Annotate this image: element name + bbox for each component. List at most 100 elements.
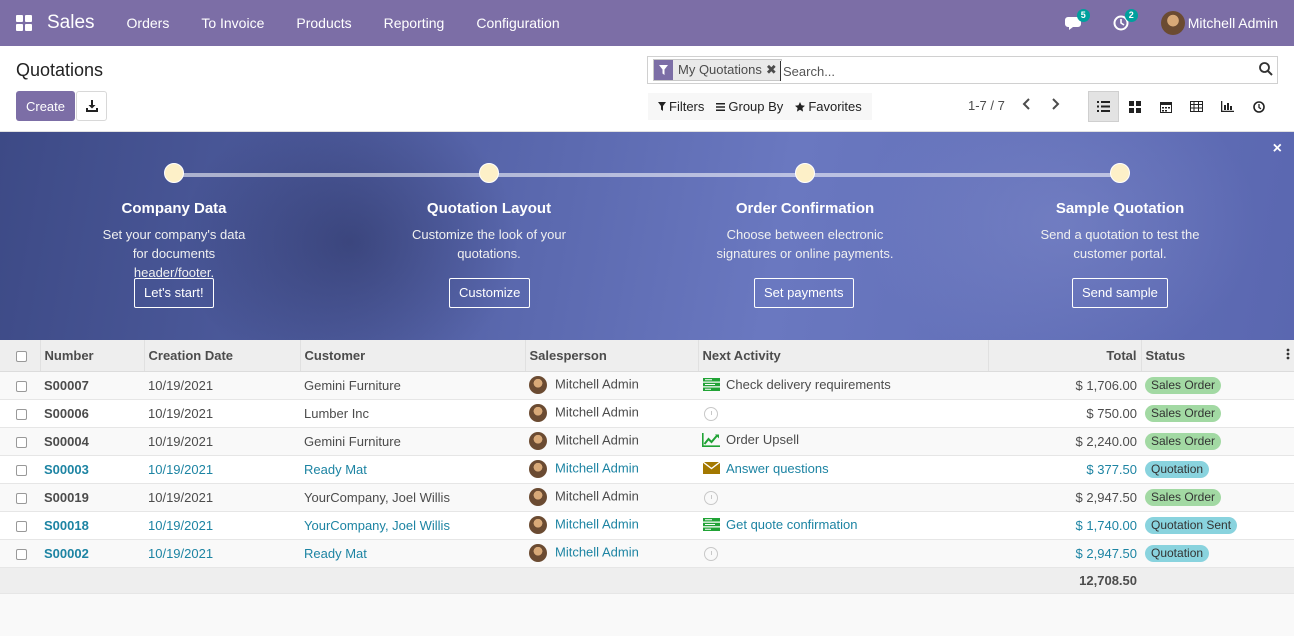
cell-activity[interactable]: Get quote confirmation [698, 511, 988, 540]
cell-activity[interactable] [698, 483, 988, 512]
cell-activity[interactable]: Check delivery requirements [698, 371, 988, 400]
pager-value[interactable]: 1-7 / 7 [968, 98, 1005, 113]
table-row[interactable]: S00003 10/19/2021 Ready Mat Mitchell Adm… [0, 455, 1294, 484]
activity-view-icon[interactable] [1243, 91, 1274, 122]
avatar [529, 376, 547, 394]
column-salesperson[interactable]: Salesperson [525, 340, 699, 372]
kanban-view-icon[interactable] [1119, 91, 1150, 122]
cell-salesperson: Mitchell Admin [525, 539, 698, 568]
pager-previous-icon[interactable] [1022, 98, 1032, 113]
export-button[interactable] [76, 91, 107, 121]
step-title: Company Data [121, 200, 227, 217]
set-payments-button[interactable]: Set payments [754, 278, 854, 308]
menu-reporting[interactable]: Reporting [368, 15, 461, 31]
user-menu[interactable]: Mitchell Admin [1160, 11, 1278, 35]
close-banner-icon[interactable]: × [1273, 140, 1282, 158]
create-button[interactable]: Create [16, 91, 75, 121]
select-all-checkbox[interactable] [16, 350, 27, 362]
table-row[interactable]: S00007 10/19/2021 Gemini Furniture Mitch… [0, 371, 1294, 400]
cell-salesperson: Mitchell Admin [525, 427, 698, 456]
envelope-icon[interactable] [702, 461, 720, 475]
salesperson-name: Mitchell Admin [555, 376, 639, 392]
cell-total: $ 2,947.50 [988, 483, 1141, 512]
table-row[interactable]: S00006 10/19/2021 Lumber Inc Mitchell Ad… [0, 399, 1294, 428]
activities-count-badge: 2 [1124, 9, 1138, 22]
clock-icon[interactable] [704, 546, 718, 561]
menu-orders[interactable]: Orders [111, 15, 186, 31]
clock-icon[interactable] [704, 406, 718, 421]
calendar-view-icon[interactable] [1150, 91, 1181, 122]
row-select-cell [0, 539, 40, 568]
column-status[interactable]: Status [1141, 340, 1294, 372]
cell-status: Quotation [1141, 539, 1294, 568]
cell-status: Sales Order [1141, 399, 1294, 428]
apps-menu-icon[interactable] [16, 15, 32, 31]
todo-list-icon[interactable] [702, 517, 720, 531]
customize-button[interactable]: Customize [449, 278, 531, 308]
messages-systray[interactable]: 5 [1064, 9, 1090, 33]
graph-view-icon[interactable] [1212, 91, 1243, 122]
quotations-list: Number Creation Date Customer Salesperso… [0, 340, 1294, 594]
onboarding-banner: × Company Data Set your company's data f… [0, 132, 1294, 340]
table-row[interactable]: S00004 10/19/2021 Gemini Furniture Mitch… [0, 427, 1294, 456]
cell-total: $ 377.50 [988, 455, 1141, 484]
row-checkbox[interactable] [16, 464, 27, 476]
facet-remove-icon[interactable]: ✖ [766, 60, 781, 80]
filters-label: Filters [669, 99, 705, 114]
cell-activity[interactable]: Answer questions [698, 455, 988, 484]
row-checkbox[interactable] [16, 436, 27, 448]
pivot-view-icon[interactable] [1181, 91, 1212, 122]
column-customer[interactable]: Customer [300, 340, 526, 372]
favorites-dropdown[interactable]: Favorites [789, 99, 867, 114]
column-next-activity[interactable]: Next Activity [698, 340, 989, 372]
cell-status: Sales Order [1141, 371, 1294, 400]
cell-total: $ 2,240.00 [988, 427, 1141, 456]
table-header-row: Number Creation Date Customer Salesperso… [0, 340, 1294, 372]
column-creation-date[interactable]: Creation Date [144, 340, 301, 372]
groupby-dropdown[interactable]: Group By [710, 99, 789, 114]
bars-icon [716, 102, 726, 111]
pager-next-icon[interactable] [1050, 98, 1060, 113]
avatar [529, 488, 547, 506]
table-row[interactable]: S00018 10/19/2021 YourCompany, Joel Will… [0, 511, 1294, 540]
avatar [529, 544, 547, 562]
optional-columns-icon[interactable] [1286, 348, 1290, 363]
filters-dropdown[interactable]: Filters [652, 99, 710, 114]
column-number[interactable]: Number [40, 340, 145, 372]
cell-total: $ 1,706.00 [988, 371, 1141, 400]
row-checkbox[interactable] [16, 520, 27, 532]
row-checkbox[interactable] [16, 548, 27, 560]
step-description: Set your company's data for documents he… [102, 227, 246, 280]
menu-to-invoice[interactable]: To Invoice [185, 15, 280, 31]
activities-systray[interactable]: 2 [1113, 9, 1138, 33]
list-view-icon[interactable] [1088, 91, 1119, 122]
cell-date: 10/19/2021 [144, 539, 300, 568]
app-brand[interactable]: Sales [47, 12, 95, 34]
search-icon[interactable] [1259, 62, 1273, 79]
row-checkbox[interactable] [16, 380, 27, 392]
search-input[interactable] [780, 61, 1250, 81]
search-facet-my-quotations[interactable]: My Quotations ✖ [653, 59, 782, 81]
menu-products[interactable]: Products [280, 15, 367, 31]
trend-up-icon[interactable] [702, 432, 720, 447]
menu-configuration[interactable]: Configuration [460, 15, 575, 31]
footer-empty [525, 567, 698, 594]
lets-start-button[interactable]: Let's start! [134, 278, 214, 308]
avatar [529, 432, 547, 450]
table-row[interactable]: S00002 10/19/2021 Ready Mat Mitchell Adm… [0, 539, 1294, 568]
column-total[interactable]: Total [988, 340, 1142, 372]
footer-empty [40, 567, 144, 594]
cell-activity[interactable] [698, 399, 988, 428]
cell-activity[interactable]: Order Upsell [698, 427, 988, 456]
clock-icon[interactable] [704, 490, 718, 505]
cell-date: 10/19/2021 [144, 371, 300, 400]
table-row[interactable]: S00019 10/19/2021 YourCompany, Joel Will… [0, 483, 1294, 512]
row-select-cell [0, 511, 40, 540]
step-title: Quotation Layout [426, 200, 552, 217]
favorites-label: Favorites [808, 99, 862, 114]
row-checkbox[interactable] [16, 408, 27, 420]
row-checkbox[interactable] [16, 492, 27, 504]
todo-list-icon[interactable] [702, 377, 720, 391]
send-sample-button[interactable]: Send sample [1072, 278, 1168, 308]
cell-activity[interactable] [698, 539, 988, 568]
